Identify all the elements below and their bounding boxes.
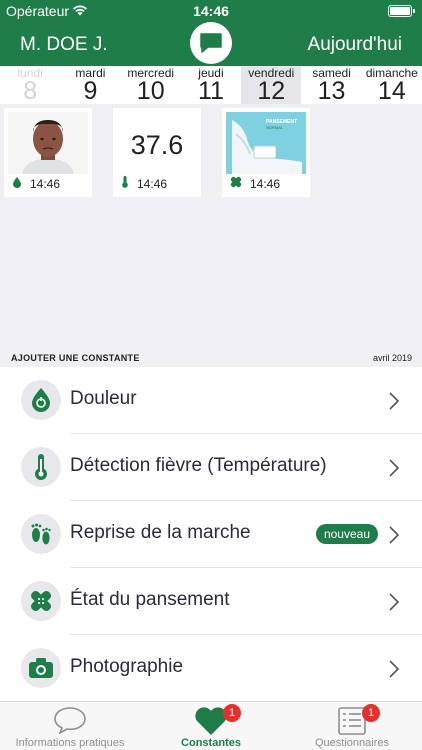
tab-label: Questionnaires — [315, 737, 389, 749]
chevron-right-icon — [388, 525, 400, 550]
section-title: AJOUTER UNE CONSTANTE — [11, 353, 140, 363]
day-number: 8 — [23, 77, 38, 105]
day-mardi[interactable]: mardi 9 — [60, 66, 120, 104]
speech-bubble-icon — [53, 706, 87, 739]
tab-informations-pratiques[interactable]: Informations pratiques — [0, 702, 140, 750]
constant-label: Détection fièvre (Température) — [70, 455, 327, 476]
constant-row-temperature[interactable]: Détection fièvre (Température) — [0, 434, 422, 501]
section-header: AJOUTER UNE CONSTANTE avril 2019 — [0, 352, 422, 366]
thermometer-icon — [121, 176, 129, 191]
day-samedi[interactable]: samedi 13 — [301, 66, 361, 104]
thermometer-icon — [21, 447, 61, 487]
day-number: 13 — [317, 77, 346, 105]
entry-time: 14:46 — [30, 177, 61, 191]
tab-questionnaires[interactable]: 1 Questionnaires — [282, 702, 422, 750]
camera-icon — [21, 648, 61, 688]
chevron-right-icon — [388, 592, 400, 617]
entry-time: 14:46 — [250, 176, 281, 191]
bandaged-foot-photo: PANSEMENT NORMAL — [226, 112, 306, 174]
notification-badge: 1 — [223, 704, 241, 722]
entry-tile-temperature[interactable]: 37.6 14:46 — [113, 108, 201, 197]
day-dimanche[interactable]: dimanche 14 — [362, 66, 422, 104]
constants-list: Douleur Détection fièvre (Température) R… — [0, 367, 422, 701]
patient-name[interactable]: M. DOE J. — [20, 34, 108, 56]
patient-face-illustration — [8, 112, 88, 174]
temperature-value: 37.6 — [130, 130, 184, 160]
footprints-icon — [21, 514, 61, 554]
day-number: 11 — [198, 77, 224, 105]
bandage-icon — [21, 581, 61, 621]
constant-row-marche[interactable]: Reprise de la marche nouveau — [0, 501, 422, 568]
chevron-right-icon — [388, 458, 400, 483]
constant-label: Douleur — [70, 388, 137, 409]
pain-drop-icon — [21, 380, 61, 420]
entries-row: 14:46 37.6 14:46 PANSEMENT NORMAL 14:46 — [4, 108, 310, 197]
battery-icon — [388, 5, 415, 17]
bandage-icon — [230, 176, 242, 191]
entry-time: 14:46 — [137, 176, 168, 191]
constant-label: Photographie — [70, 656, 184, 677]
chevron-right-icon — [388, 659, 400, 684]
tab-label: Constantes — [181, 737, 241, 749]
photo-subcaption: NORMAL — [266, 125, 284, 130]
day-vendredi-selected[interactable]: vendredi 12 — [241, 66, 302, 105]
day-number: 9 — [83, 77, 98, 105]
day-jeudi[interactable]: jeudi 11 — [181, 66, 241, 104]
tab-label: Informations pratiques — [15, 737, 125, 749]
constant-row-douleur[interactable]: Douleur — [0, 367, 422, 434]
tab-constantes[interactable]: 1 Constantes — [141, 702, 281, 750]
status-time: 14:46 — [193, 3, 229, 19]
day-lundi[interactable]: lundi 8 — [0, 66, 60, 104]
section-period: avril 2019 — [372, 353, 412, 363]
day-number: 14 — [377, 77, 406, 105]
entry-tile-douleur[interactable]: 14:46 — [4, 108, 92, 197]
new-badge: nouveau — [315, 524, 378, 544]
chevron-right-icon — [388, 391, 400, 416]
constant-label: État du pansement — [70, 589, 230, 610]
chat-bubble-logo-icon[interactable] — [190, 22, 232, 64]
day-mercredi[interactable]: mercredi 10 — [121, 66, 181, 104]
pain-drop-icon — [12, 177, 22, 191]
day-number: 12 — [257, 77, 286, 105]
entry-tile-pansement[interactable]: PANSEMENT NORMAL 14:46 — [222, 108, 310, 197]
status-bar: Opérateur 14:46 — [0, 0, 422, 22]
app-header: Opérateur 14:46 M. DOE J. Aujourd'hui — [0, 0, 422, 66]
day-number: 10 — [136, 77, 165, 105]
today-button[interactable]: Aujourd'hui — [308, 34, 402, 56]
notification-badge: 1 — [362, 704, 380, 722]
constant-row-photographie[interactable]: Photographie — [0, 635, 422, 701]
week-strip: lundi 8 mardi 9 mercredi 10 jeudi 11 vendred… — [0, 66, 422, 104]
constant-row-pansement[interactable]: État du pansement — [0, 568, 422, 635]
tab-bar: Informations pratiques 1 Constantes 1 Qu… — [0, 701, 422, 750]
constant-label: Reprise de la marche — [70, 522, 251, 543]
